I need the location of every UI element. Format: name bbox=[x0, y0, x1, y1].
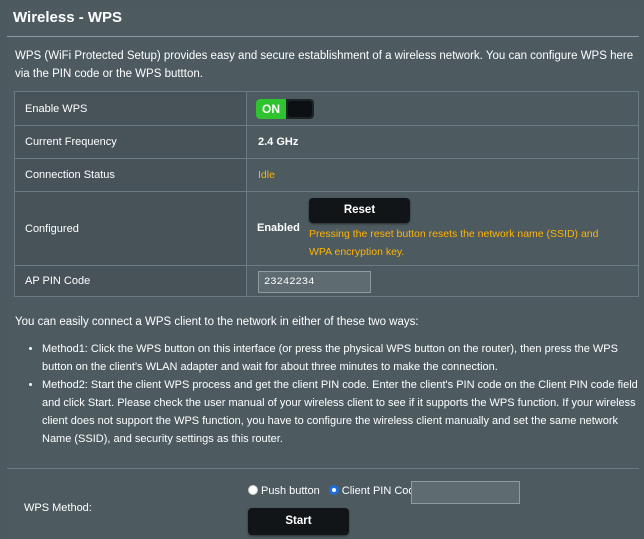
row-configured: Configured Enabled Reset Pressing the re… bbox=[14, 191, 639, 266]
frequency-label: Current Frequency bbox=[14, 125, 247, 159]
reset-button[interactable]: Reset bbox=[309, 198, 410, 223]
client-pin-radio[interactable] bbox=[328, 485, 339, 495]
method-1: Method1: Click the WPS button on this in… bbox=[42, 340, 644, 376]
ways-intro: You can easily connect a WPS client to t… bbox=[15, 316, 419, 328]
reset-note: Pressing the reset button resets the net… bbox=[309, 228, 599, 258]
wps-method-label: WPS Method: bbox=[24, 502, 92, 514]
row-ap-pin: AP PIN Code 23242234 bbox=[14, 265, 639, 297]
methods-list: Method1: Click the WPS button on this in… bbox=[24, 340, 644, 448]
client-pin-input[interactable] bbox=[411, 481, 520, 504]
methods-divider bbox=[7, 468, 639, 469]
ap-pin-label: AP PIN Code bbox=[14, 265, 247, 297]
client-pin-label: Client PIN Code bbox=[341, 485, 421, 497]
configured-value: Enabled bbox=[257, 222, 300, 234]
push-button-label: Push button bbox=[261, 485, 320, 497]
frequency-value: 2.4 GHz bbox=[258, 136, 299, 148]
row-frequency: Current Frequency 2.4 GHz bbox=[14, 125, 639, 159]
settings-table: Enable WPS ON Current Frequency 2.4 GHz … bbox=[14, 91, 639, 297]
status-label: Connection Status bbox=[14, 158, 247, 192]
status-value: Idle bbox=[258, 169, 275, 181]
push-button-radio[interactable] bbox=[248, 485, 258, 495]
page-description: WPS (WiFi Protected Setup) provides easy… bbox=[15, 50, 634, 80]
toggle-knob bbox=[288, 101, 312, 117]
configured-label: Configured bbox=[14, 191, 247, 266]
enable-wps-label: Enable WPS bbox=[14, 91, 247, 126]
start-button[interactable]: Start bbox=[248, 508, 349, 535]
enable-wps-toggle[interactable]: ON bbox=[256, 99, 314, 119]
title-divider bbox=[7, 36, 639, 37]
wps-method-options: Push button Client PIN Code bbox=[248, 485, 421, 497]
page-title: Wireless - WPS bbox=[13, 9, 123, 26]
toggle-on-label: ON bbox=[256, 99, 286, 119]
row-status: Connection Status Idle bbox=[14, 158, 639, 192]
row-enable-wps: Enable WPS ON bbox=[14, 91, 639, 126]
method-2: Method2: Start the client WPS process an… bbox=[42, 376, 644, 448]
ap-pin-input[interactable]: 23242234 bbox=[258, 271, 371, 293]
